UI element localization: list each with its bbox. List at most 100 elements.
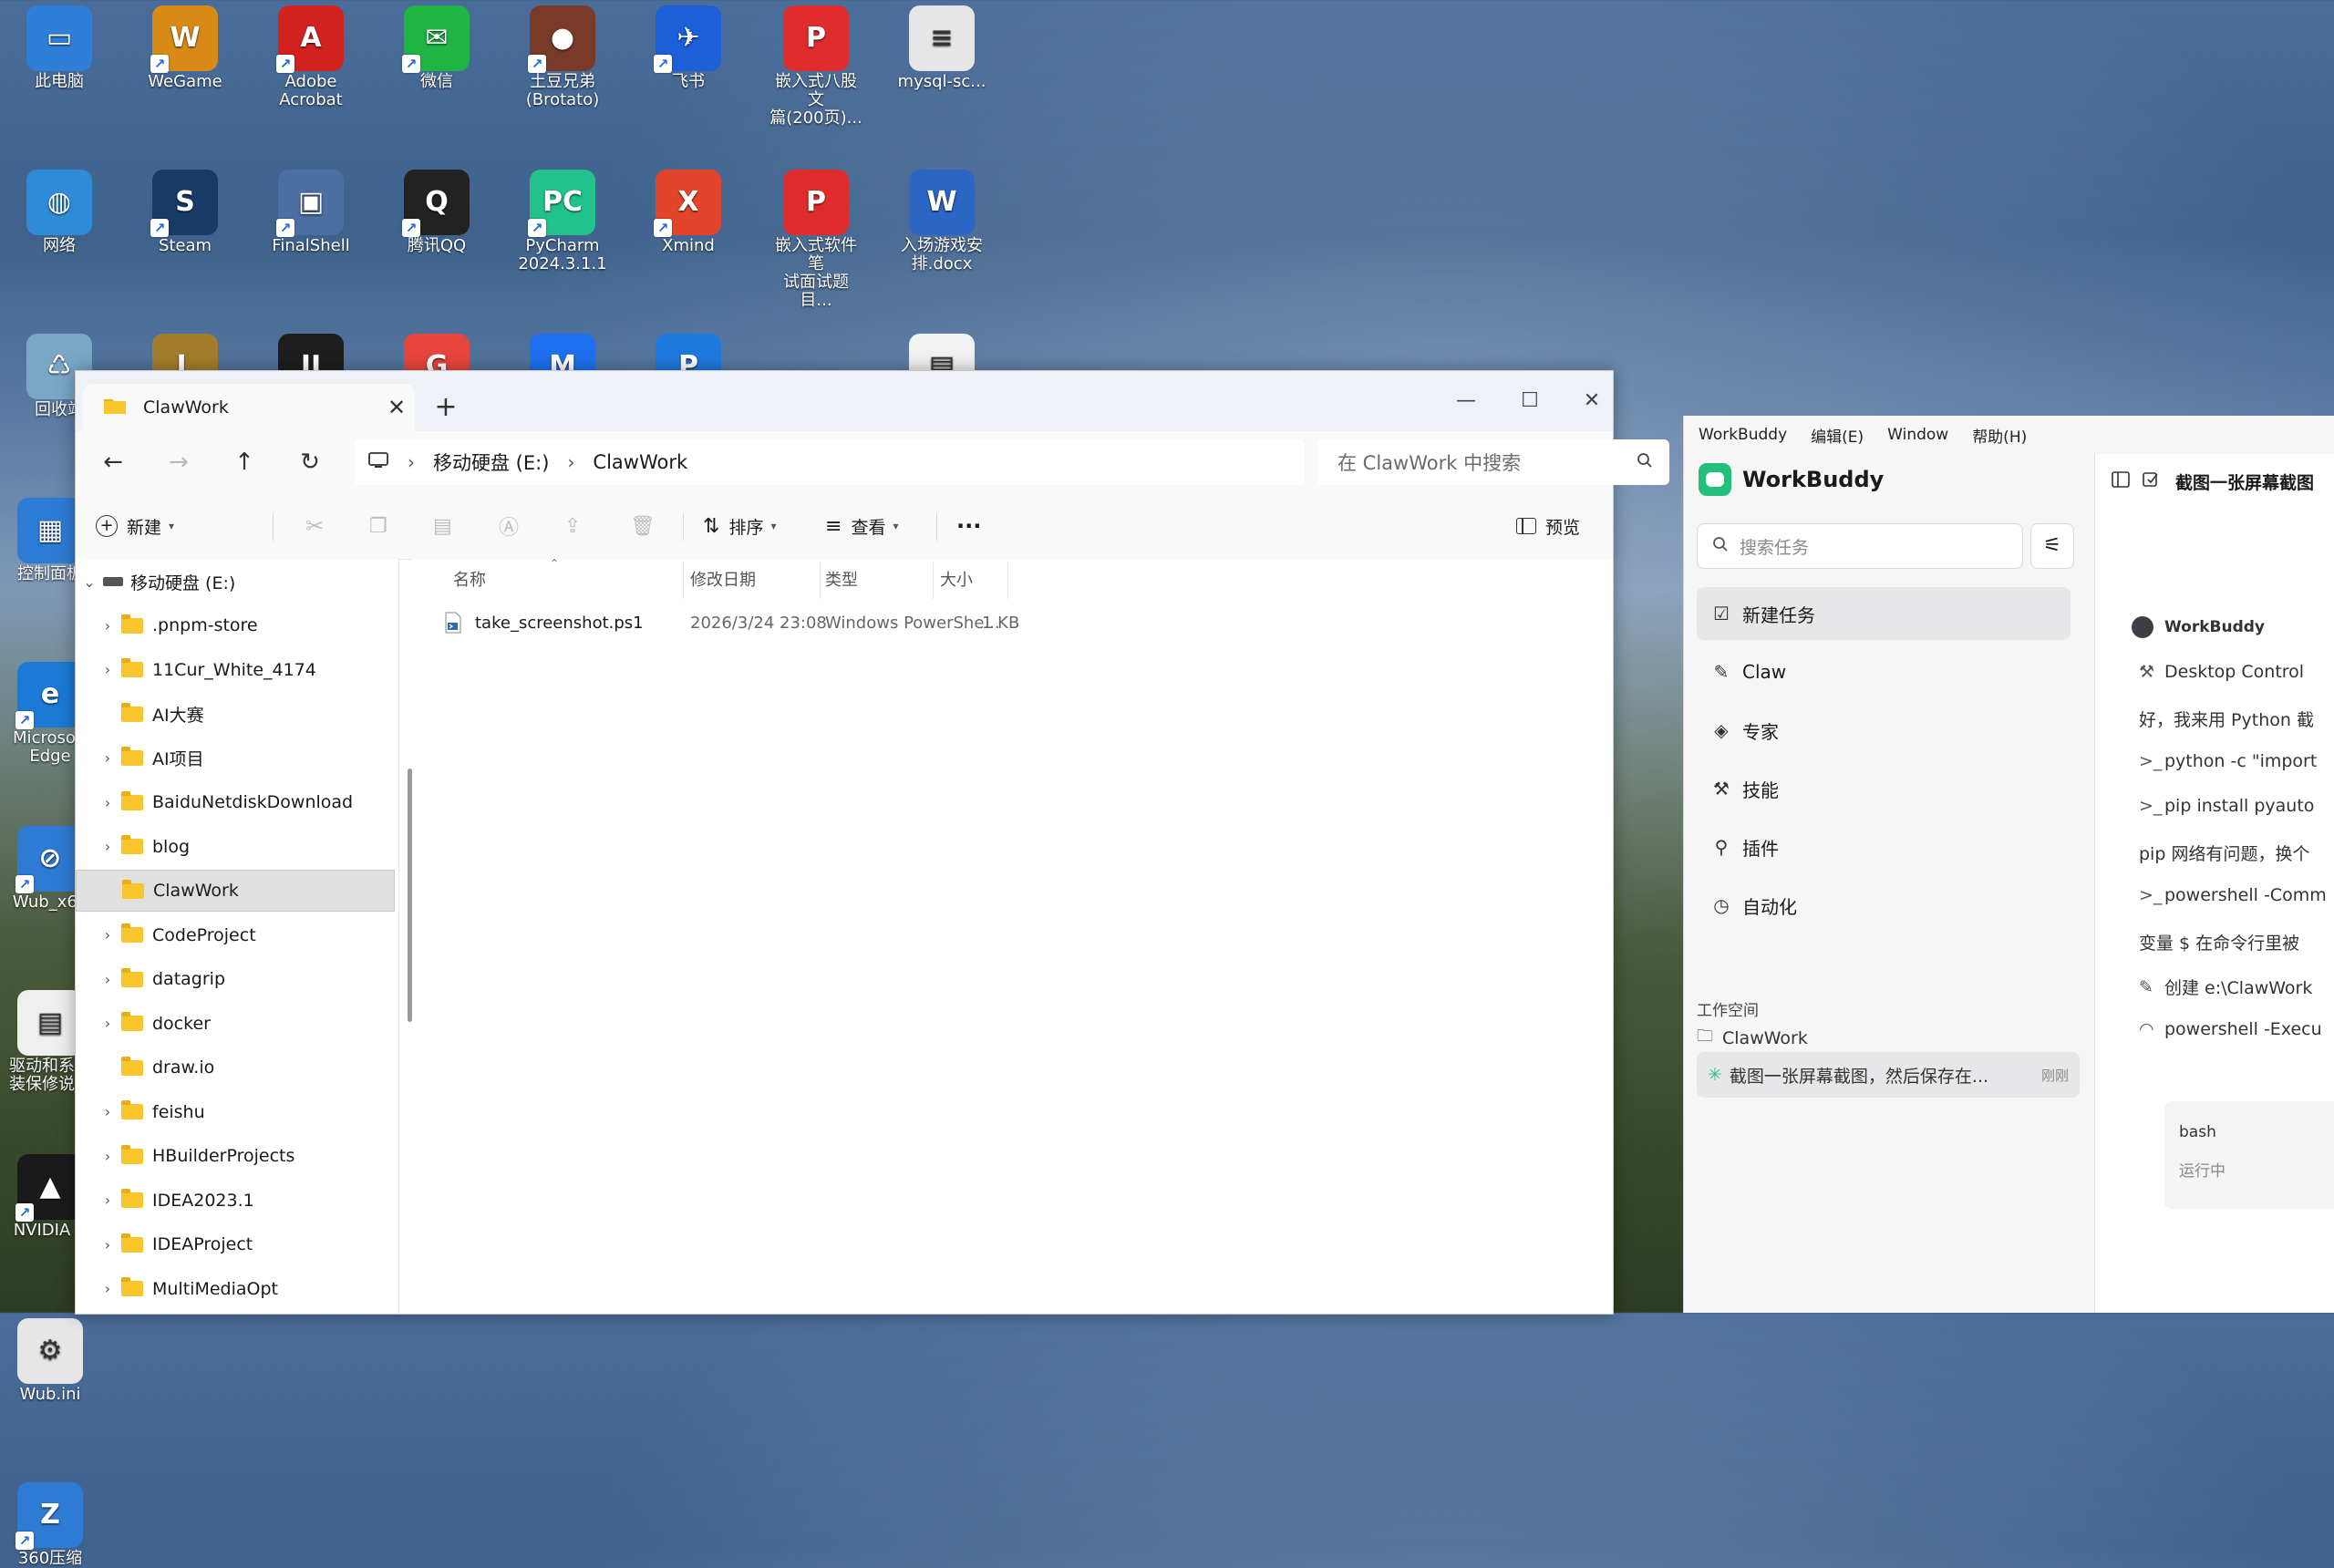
new-tab-button[interactable]: + [426, 389, 466, 426]
tree-item[interactable]: › BaiduNetdiskDownload [76, 781, 395, 823]
minimize-button[interactable]: — [1434, 378, 1498, 424]
close-tab-icon[interactable]: ✕ [378, 395, 415, 420]
nav-scrollbar[interactable] [408, 769, 412, 1022]
cut-icon[interactable]: ✂ [305, 508, 324, 544]
forward-button[interactable]: → [158, 442, 200, 482]
filter-icon[interactable]: ⚟ [2030, 523, 2074, 569]
desktop-icon[interactable]: ✉ ↗ 微信 [388, 5, 485, 91]
task-item[interactable]: ✳ 截图一张屏幕截图，然后保存在... 刚刚 [1697, 1052, 2080, 1098]
chevron-right-icon[interactable]: › [94, 661, 121, 678]
nav-item[interactable]: ◷ 自动化 [1697, 879, 2071, 932]
column-divider[interactable] [1007, 562, 1008, 599]
column-divider[interactable] [820, 562, 821, 599]
nav-item[interactable]: ⚒ 技能 [1697, 762, 2071, 815]
column-name[interactable]: 名称 [453, 559, 486, 599]
menu-workbuddy[interactable]: WorkBuddy [1699, 426, 1787, 444]
desktop-icon[interactable]: A ↗ Adobe Acrobat [263, 5, 359, 109]
tree-item[interactable]: › docker [76, 1003, 395, 1045]
navigation-pane[interactable]: ⌄ 移动硬盘 (E:) › .pnpm-store › 11Cur_White_417… [76, 559, 399, 1314]
preview-button[interactable]: 预览 [1516, 508, 1580, 544]
tree-item[interactable]: › datagrip [76, 958, 395, 1000]
tree-item[interactable]: › feishu [76, 1091, 395, 1133]
tree-item[interactable]: › IDEAProject [76, 1223, 395, 1265]
tree-item[interactable]: › MultiMediaOpt [76, 1268, 395, 1310]
back-button[interactable]: ← [92, 442, 134, 482]
desktop-icon[interactable]: W ↗ WeGame [137, 5, 233, 91]
tree-item[interactable]: › blog [76, 826, 395, 868]
chevron-right-icon[interactable]: › [94, 1148, 121, 1165]
breadcrumb-folder[interactable]: ClawWork [593, 451, 687, 473]
tree-item[interactable]: › IDEA2023.1 [76, 1180, 395, 1222]
refresh-button[interactable]: ↻ [289, 442, 331, 482]
tree-item[interactable]: › CodeProject [76, 914, 395, 956]
rename-icon[interactable]: Ⓐ [499, 508, 519, 544]
tab-clawwork[interactable]: ClawWork ✕ [83, 384, 415, 431]
chevron-right-icon[interactable]: › [94, 1236, 121, 1253]
chevron-right-icon[interactable]: › [94, 971, 121, 988]
tree-item[interactable]: draw.io [76, 1047, 395, 1088]
chevron-right-icon[interactable]: › [94, 794, 121, 811]
close-window-button[interactable]: ✕ [1560, 378, 1624, 424]
desktop-icon[interactable]: P 嵌入式软件笔 试面试题目... [768, 170, 864, 310]
tree-item[interactable]: AI大赛 [76, 693, 395, 735]
desktop-icon[interactable]: PC ↗ PyCharm 2024.3.1.1 [514, 170, 611, 273]
tree-drive[interactable]: ⌄ 移动硬盘 (E:) [76, 561, 395, 603]
tree-item[interactable]: ClawWork [76, 870, 395, 912]
column-type[interactable]: 类型 [825, 559, 858, 599]
chevron-right-icon[interactable]: › [94, 1015, 121, 1032]
nav-item[interactable]: ⚲ 插件 [1697, 820, 2071, 873]
menu-help[interactable]: 帮助(H) [1972, 424, 2027, 447]
tree-item[interactable]: › 11Cur_White_4174 [76, 649, 395, 691]
desktop-icon[interactable]: Z ↗ 360压缩 [0, 1482, 100, 1568]
nav-item[interactable]: ☑ 新建任务 [1697, 587, 2071, 640]
column-divider[interactable] [683, 562, 684, 599]
task-search-input[interactable]: 搜索任务 [1697, 523, 2023, 569]
desktop-icon[interactable]: P 嵌入式八股文 篇(200页)... [768, 5, 864, 128]
column-size[interactable]: 大小 [940, 559, 973, 599]
more-button[interactable]: ··· [956, 508, 981, 544]
desktop-icon[interactable]: ✈ ↗ 飞书 [640, 5, 737, 91]
desktop-icon[interactable]: ≡ mysql-sc... [893, 5, 990, 91]
desktop-icon[interactable]: S ↗ Steam [137, 170, 233, 255]
file-row[interactable]: take_screenshot.ps1 2026/3/24 23:08 Wind… [413, 603, 1325, 643]
chevron-right-icon[interactable]: › [94, 1280, 121, 1297]
chevron-right-icon[interactable]: › [94, 1103, 121, 1120]
tree-item[interactable]: › HBuilderProjects [76, 1135, 395, 1177]
chevron-right-icon[interactable]: › [94, 926, 121, 944]
chevron-right-icon[interactable]: › [94, 1191, 121, 1209]
desktop-icon[interactable]: ▣ ↗ FinalShell [263, 170, 359, 255]
tree-item[interactable]: › .pnpm-store [76, 604, 395, 646]
breadcrumb[interactable]: › 移动硬盘 (E:) › ClawWork [355, 439, 1305, 485]
maximize-button[interactable]: ☐ [1498, 378, 1562, 424]
desktop-icon[interactable]: ⚙ Wub.ini [0, 1318, 100, 1404]
desktop-icon[interactable]: ◍ 网络 [11, 170, 108, 255]
desktop-icon[interactable]: X ↗ Xmind [640, 170, 737, 255]
new-chat-icon[interactable] [2143, 471, 2159, 492]
search-input[interactable]: 在 ClawWork 中搜索 [1317, 439, 1669, 485]
sidebar-toggle-icon[interactable] [2112, 470, 2130, 492]
breadcrumb-drive[interactable]: 移动硬盘 (E:) [433, 449, 549, 476]
new-button[interactable]: + 新建 ▾ [96, 508, 174, 544]
menu-edit[interactable]: 编辑(E) [1811, 424, 1864, 447]
chevron-right-icon[interactable]: › [94, 749, 121, 767]
paste-icon[interactable]: ▤ [433, 508, 452, 544]
tree-item[interactable]: › AI项目 [76, 738, 395, 779]
workspace-clawwork[interactable]: 🗀 ClawWork [1697, 1025, 1808, 1052]
up-button[interactable]: ↑ [223, 442, 265, 482]
chevron-right-icon[interactable]: › [94, 617, 121, 634]
desktop-icon[interactable]: Q ↗ 腾讯QQ [388, 170, 485, 255]
share-icon[interactable]: ⇪ [564, 508, 581, 544]
desktop-icon[interactable]: ▭ 此电脑 [11, 5, 108, 91]
copy-icon[interactable]: ❐ [369, 508, 387, 544]
nav-item[interactable]: ◈ 专家 [1697, 704, 2071, 757]
menu-window[interactable]: Window [1887, 426, 1948, 444]
desktop-icon[interactable]: ● ↗ 土豆兄弟 (Brotato) [514, 5, 611, 109]
chevron-right-icon[interactable]: › [94, 838, 121, 855]
column-modified[interactable]: 修改日期 [690, 559, 756, 599]
nav-item[interactable]: ✎ Claw [1697, 645, 2071, 698]
column-divider[interactable] [933, 562, 934, 599]
delete-icon[interactable]: 🗑 [630, 508, 656, 544]
sort-button[interactable]: ⇅ 排序 ▾ [703, 508, 776, 544]
desktop-icon[interactable]: W 入场游戏安 排.docx [893, 170, 990, 273]
view-button[interactable]: ≡ 查看 ▾ [825, 508, 898, 544]
